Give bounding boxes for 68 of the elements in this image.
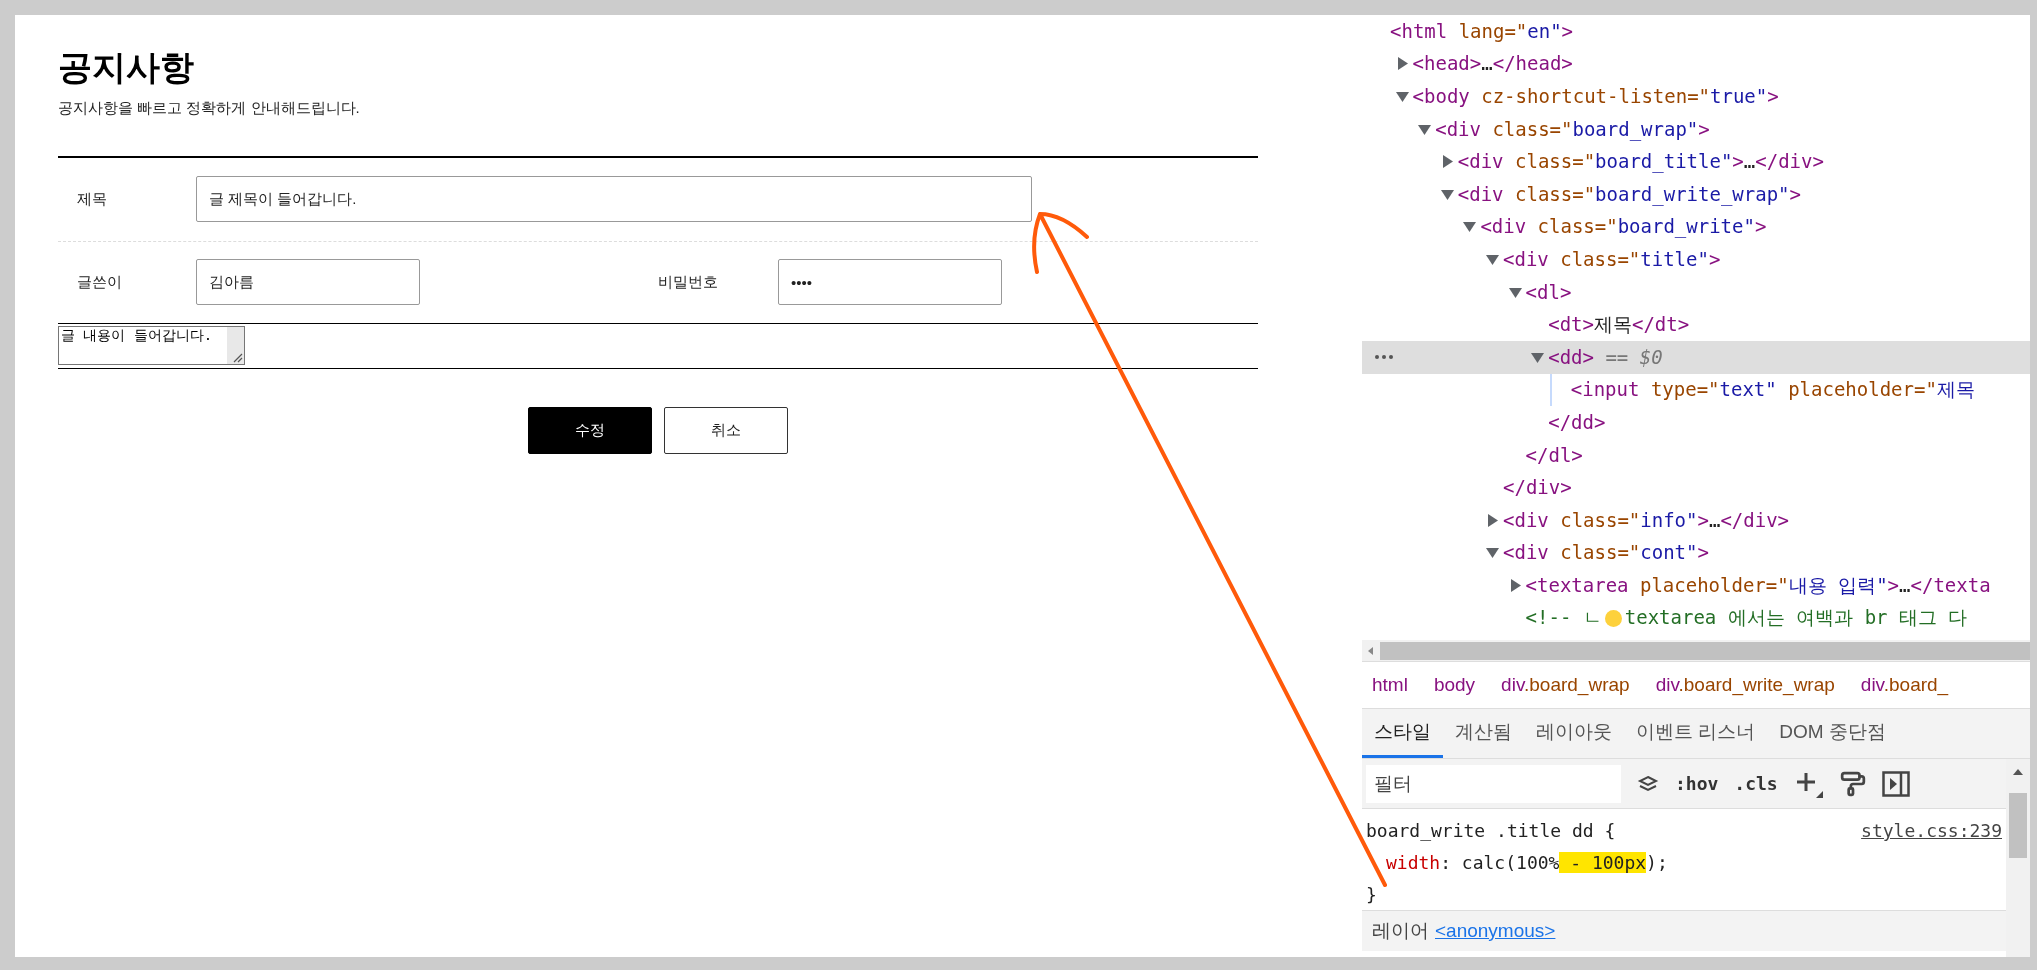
panel-tab[interactable]: 이벤트 리스너 bbox=[1624, 709, 1768, 758]
submit-button[interactable]: 수정 bbox=[528, 406, 652, 454]
code-line[interactable]: <div class="board_write_wrap"> bbox=[1457, 184, 1801, 204]
caret-down-icon[interactable] bbox=[1463, 220, 1477, 234]
code-line[interactable]: <head>…</head> bbox=[1412, 54, 1573, 74]
caret-down-icon[interactable] bbox=[1418, 122, 1432, 136]
code-line[interactable]: <textarea placeholder="내용 입력">…</texta bbox=[1525, 575, 1991, 595]
field-label: 제목 bbox=[76, 188, 108, 209]
content-textarea[interactable]: 글 내용이 들어갑니다. bbox=[58, 325, 245, 365]
caret-down-icon[interactable] bbox=[1486, 546, 1499, 560]
css-selector: board_write .title dd { bbox=[1366, 819, 1616, 843]
code-line[interactable]: <div class="cont"> bbox=[1503, 543, 1709, 563]
code-line[interactable]: <div class="info">…</div> bbox=[1503, 510, 1790, 530]
field-label: 비밀번호 bbox=[658, 271, 719, 292]
breadcrumb-link[interactable]: div.board_ bbox=[1860, 670, 1949, 700]
closing-brace: } bbox=[1366, 884, 1377, 905]
page-title: 공지사항 bbox=[58, 47, 194, 88]
caret-down-icon[interactable] bbox=[1440, 187, 1454, 201]
code-line[interactable]: <body cz-shortcut-listen="true"> bbox=[1412, 87, 1779, 106]
caret-down-icon[interactable] bbox=[1508, 285, 1522, 299]
caret-right-icon[interactable] bbox=[1440, 155, 1454, 169]
panel-tab[interactable]: 레이아웃 bbox=[1524, 709, 1624, 758]
caret-down-icon[interactable] bbox=[1486, 252, 1499, 266]
paint-roller-icon[interactable] bbox=[1839, 770, 1866, 797]
code-line[interactable]: <input type="text" placeholder="제목 bbox=[1570, 380, 1975, 400]
text-field[interactable]: •••• bbox=[778, 259, 1002, 305]
text-field[interactable]: 김아름 bbox=[196, 259, 420, 305]
code-line[interactable]: <html lang="en"> bbox=[1390, 21, 1574, 41]
vertical-scrollbar[interactable] bbox=[2006, 759, 2030, 957]
caret-right-icon[interactable] bbox=[1486, 513, 1499, 527]
page-subtitle: 공지사항을 빠르고 정확하게 안내해드립니다. bbox=[58, 98, 361, 118]
panel-tab[interactable]: DOM 중단점 bbox=[1767, 709, 1898, 758]
code-line[interactable]: <dd> == $0 bbox=[1548, 347, 1663, 367]
more-icon[interactable] bbox=[1374, 353, 1394, 360]
caret-right-icon[interactable] bbox=[1395, 57, 1409, 71]
breadcrumb-link[interactable]: html bbox=[1372, 670, 1408, 700]
filter-field[interactable]: 필터 bbox=[1366, 764, 1621, 803]
code-line[interactable]: </dl> bbox=[1525, 445, 1583, 465]
css-declaration[interactable]: width: calc(100% - 100px); bbox=[1386, 852, 1668, 873]
cancel-button[interactable]: 취소 bbox=[664, 406, 788, 454]
field-label: 글쓴이 bbox=[76, 271, 123, 292]
toolbar-button[interactable]: :hov bbox=[1675, 770, 1719, 797]
breadcrumb-link[interactable]: div.board_wrap bbox=[1501, 670, 1630, 700]
text-field[interactable]: 글 제목이 들어갑니다. bbox=[196, 176, 1032, 222]
code-line[interactable]: <!-- ㄴ textarea 에서는 여백과 br 태그 다 bbox=[1525, 608, 1968, 628]
sidebar-toggle-icon[interactable] bbox=[1881, 770, 1910, 797]
panel-tab[interactable]: 계산됨 bbox=[1443, 709, 1524, 758]
code-line[interactable]: <div class="title"> bbox=[1503, 249, 1721, 269]
code-line[interactable]: </div> bbox=[1503, 478, 1572, 498]
code-line[interactable]: <div class="board_wrap"> bbox=[1435, 119, 1710, 139]
horizontal-scrollbar[interactable] bbox=[1362, 640, 2030, 662]
layers-icon[interactable] bbox=[1637, 774, 1659, 793]
code-line[interactable]: </dd> bbox=[1548, 412, 1606, 432]
layer-link[interactable]: <anonymous> bbox=[1435, 916, 1556, 946]
toolbar-button[interactable]: .cls bbox=[1734, 770, 1778, 797]
breadcrumb-link[interactable]: body bbox=[1433, 670, 1476, 700]
caret-right-icon[interactable] bbox=[1508, 578, 1522, 592]
scroll-up-icon[interactable] bbox=[2011, 767, 2025, 777]
code-line[interactable]: <dl> bbox=[1525, 282, 1572, 302]
caret-down-icon[interactable] bbox=[1531, 350, 1545, 364]
scroll-thumb[interactable] bbox=[2009, 793, 2027, 858]
code-line[interactable]: <div class="board_title">…</div> bbox=[1457, 152, 1824, 172]
layer-label: 레이어 bbox=[1372, 918, 1429, 943]
breadcrumb-link[interactable]: div.board_write_wrap bbox=[1655, 670, 1835, 700]
source-link[interactable]: style.css:239 bbox=[1861, 815, 2002, 847]
code-line[interactable]: <div class="board_write"> bbox=[1480, 217, 1767, 237]
code-line[interactable]: <dt>제목</dt> bbox=[1548, 315, 1690, 335]
caret-down-icon[interactable] bbox=[1395, 90, 1409, 103]
